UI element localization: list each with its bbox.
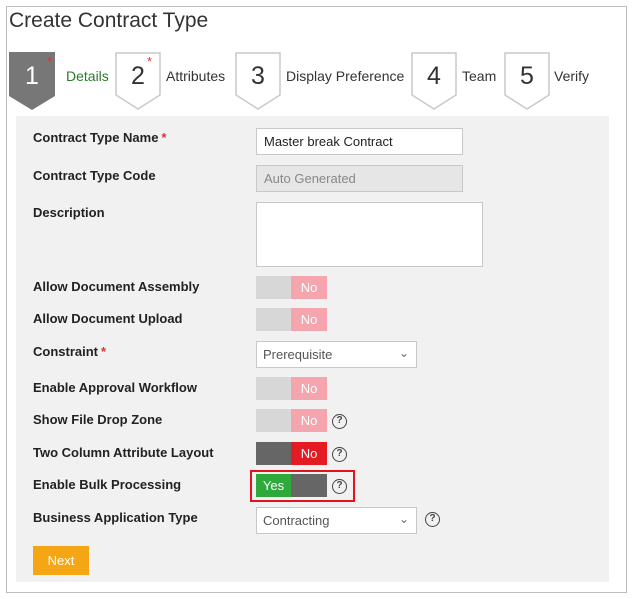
- step-label-details[interactable]: Details: [66, 68, 109, 84]
- next-button[interactable]: Next: [33, 546, 89, 575]
- step-label-verify[interactable]: Verify: [554, 68, 589, 84]
- business-application-type-label: Business Application Type: [33, 510, 198, 525]
- wizard-step-display-preference[interactable]: 3: [235, 52, 281, 110]
- business-application-type-select[interactable]: Contracting ⌄: [256, 507, 417, 534]
- wizard-step-team[interactable]: 4: [411, 52, 457, 110]
- page-title: Create Contract Type: [9, 9, 209, 32]
- label-text: Constraint: [33, 344, 98, 359]
- step-label-team[interactable]: Team: [462, 68, 496, 84]
- contract-type-name-label: Contract Type Name *: [33, 130, 167, 145]
- two-column-attribute-layout-toggle[interactable]: No: [256, 442, 327, 465]
- enable-bulk-processing-label: Enable Bulk Processing: [33, 477, 182, 492]
- enable-approval-workflow-label: Enable Approval Workflow: [33, 380, 197, 395]
- allow-document-assembly-label: Allow Document Assembly: [33, 279, 200, 294]
- step-number: 5: [520, 62, 534, 90]
- allow-document-upload-toggle[interactable]: No: [256, 308, 327, 331]
- step-number: 4: [427, 62, 441, 90]
- wizard-steps: 1 * Details 2 * Attributes 3 Display Pre…: [9, 52, 609, 116]
- required-marker: *: [161, 130, 167, 145]
- toggle-off-half: [256, 409, 291, 432]
- required-marker: *: [147, 54, 153, 69]
- help-icon[interactable]: ?: [332, 414, 347, 429]
- toggle-no-label: No: [291, 409, 327, 432]
- contract-type-code-label: Contract Type Code: [33, 168, 156, 183]
- label-text: Contract Type Name: [33, 130, 159, 145]
- select-value: Contracting: [263, 513, 330, 528]
- required-marker: *: [47, 54, 53, 69]
- chevron-down-icon: ⌄: [398, 512, 409, 526]
- toggle-no-label: No: [291, 276, 327, 299]
- toggle-off-half: [256, 377, 291, 400]
- two-column-attribute-layout-label: Two Column Attribute Layout: [33, 445, 214, 460]
- toggle-off-half: [256, 308, 291, 331]
- step-label-attributes[interactable]: Attributes: [166, 68, 225, 84]
- toggle-off-half: [256, 442, 291, 465]
- show-file-drop-zone-label: Show File Drop Zone: [33, 412, 163, 427]
- select-value: Prerequisite: [263, 347, 333, 362]
- details-form: Contract Type Name * Master break Contrac…: [16, 116, 609, 582]
- description-textarea[interactable]: [256, 202, 483, 267]
- toggle-no-label: No: [291, 308, 327, 331]
- help-icon[interactable]: ?: [425, 512, 440, 527]
- toggle-off-half: [256, 276, 291, 299]
- contract-type-code-input: Auto Generated: [256, 165, 463, 192]
- allow-document-upload-label: Allow Document Upload: [33, 311, 183, 326]
- description-label: Description: [33, 205, 105, 220]
- constraint-select[interactable]: Prerequisite ⌄: [256, 341, 417, 368]
- help-icon[interactable]: ?: [332, 447, 347, 462]
- required-marker: *: [101, 344, 107, 359]
- enable-approval-workflow-toggle[interactable]: No: [256, 377, 327, 400]
- toggle-no-label: No: [291, 442, 327, 465]
- highlight-box: [250, 470, 355, 502]
- step-number: 3: [251, 62, 265, 90]
- constraint-label: Constraint *: [33, 344, 106, 359]
- allow-document-assembly-toggle[interactable]: No: [256, 276, 327, 299]
- step-label-display-preference[interactable]: Display Preference: [286, 68, 404, 84]
- wizard-step-attributes[interactable]: 2: [115, 52, 161, 110]
- chevron-down-icon: ⌄: [398, 346, 409, 360]
- show-file-drop-zone-toggle[interactable]: No: [256, 409, 327, 432]
- toggle-no-label: No: [291, 377, 327, 400]
- step-number: 2: [131, 62, 145, 90]
- contract-type-name-input[interactable]: Master break Contract: [256, 128, 463, 155]
- wizard-step-verify[interactable]: 5: [504, 52, 550, 110]
